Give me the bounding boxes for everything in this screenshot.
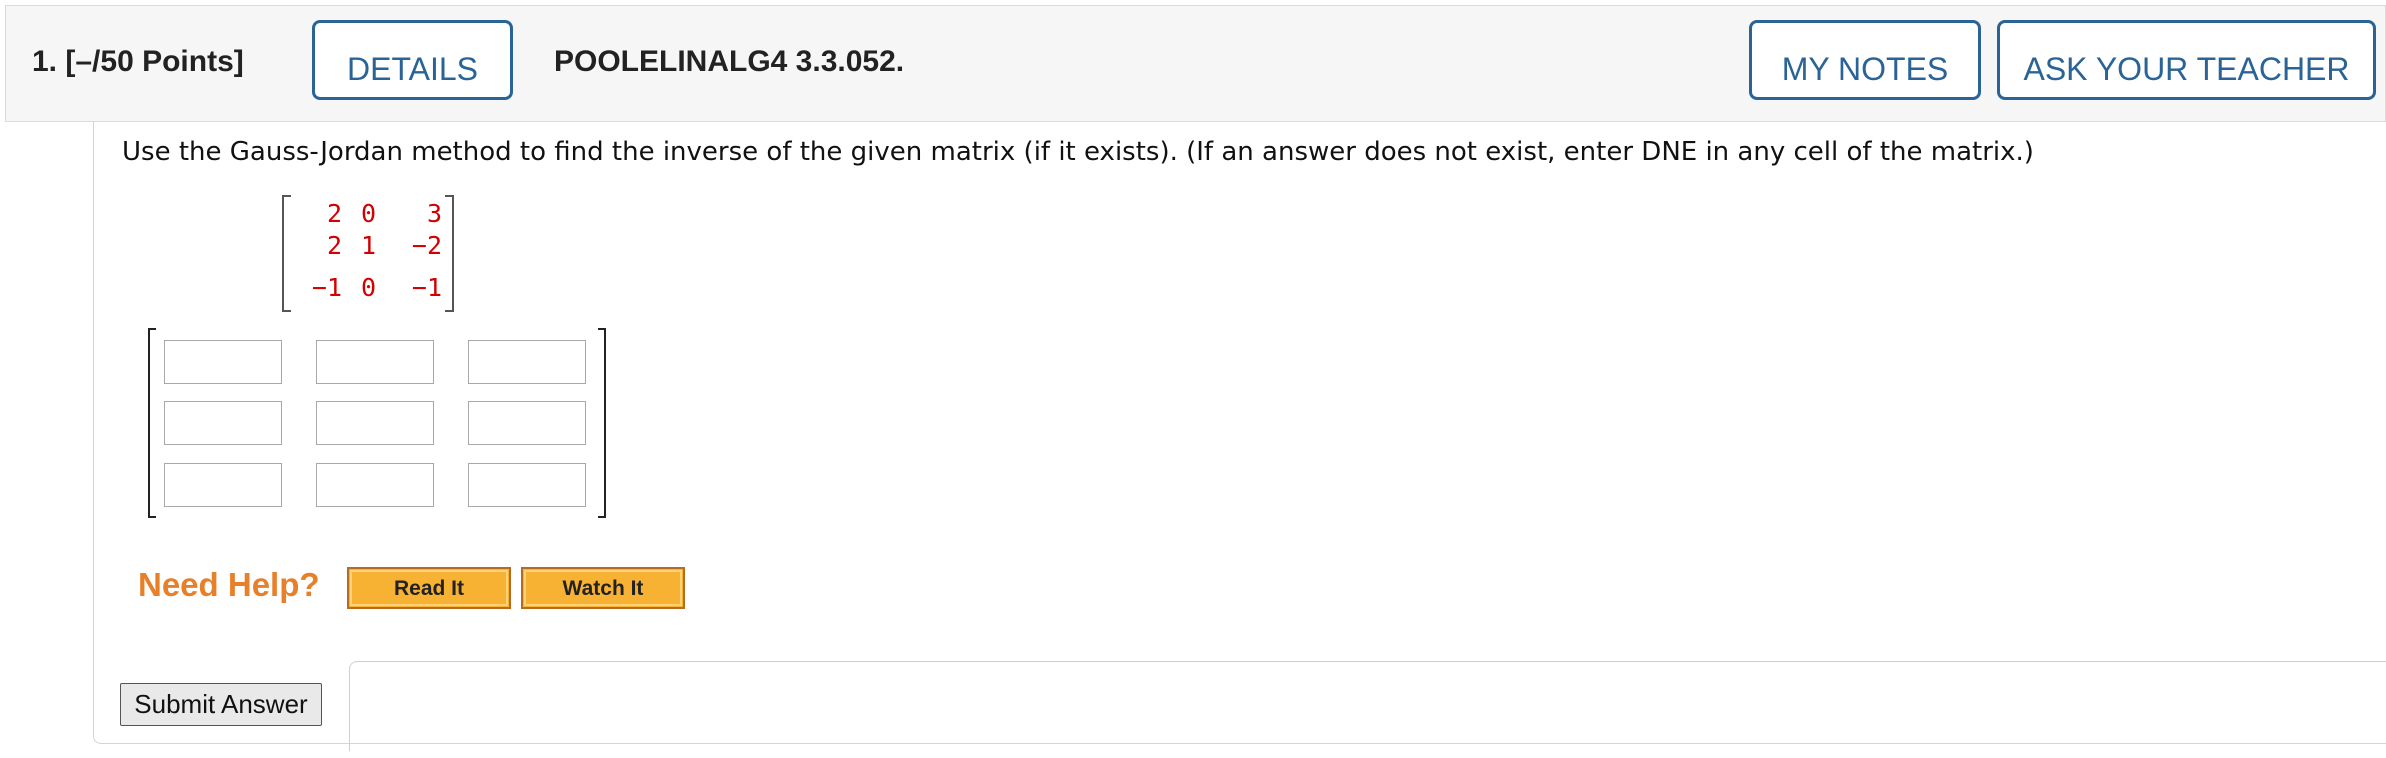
my-notes-button[interactable]: MY NOTES	[1749, 20, 1981, 100]
answer-cell-r1c1[interactable]	[164, 340, 282, 384]
answer-cell-r1c2[interactable]	[316, 340, 434, 384]
answer-cell-r2c3[interactable]	[468, 401, 586, 445]
question-prompt: Use the Gauss-Jordan method to find the …	[122, 137, 2034, 167]
answer-cell-r3c2[interactable]	[316, 463, 434, 507]
answer-left-bracket	[148, 328, 156, 518]
question-id: POOLELINALG4 3.3.052.	[554, 45, 905, 78]
ask-your-teacher-button[interactable]: ASK YOUR TEACHER	[1997, 20, 2376, 100]
submit-answer-button[interactable]: Submit Answer	[120, 683, 322, 726]
matrix-cell: 0	[360, 199, 376, 228]
submit-area-divider	[349, 661, 2386, 751]
details-button[interactable]: DETAILS	[312, 20, 513, 100]
answer-right-bracket	[598, 328, 606, 518]
answer-matrix	[148, 328, 606, 518]
matrix-cell: 3	[426, 199, 442, 228]
matrix-cell: −1	[411, 273, 442, 302]
question-number: 1.	[32, 45, 58, 78]
answer-cell-r3c1[interactable]	[164, 463, 282, 507]
read-it-button[interactable]: Read It	[347, 567, 511, 609]
answer-cell-r2c2[interactable]	[316, 401, 434, 445]
given-matrix: 2 0 3 2 1 −2 −1 0 −1	[282, 195, 454, 312]
need-help-label: Need Help?	[138, 566, 320, 603]
watch-it-button[interactable]: Watch It	[521, 567, 685, 609]
answer-cell-r1c3[interactable]	[468, 340, 586, 384]
matrix-cell: 0	[360, 273, 376, 302]
matrix-cell: −2	[411, 231, 442, 260]
matrix-left-bracket	[282, 195, 291, 312]
question-points-label: 1. [–/50 Points]	[32, 45, 244, 79]
matrix-right-bracket	[445, 195, 454, 312]
points: [–/50 Points]	[65, 45, 244, 78]
answer-cell-r2c1[interactable]	[164, 401, 282, 445]
answer-cell-r3c3[interactable]	[468, 463, 586, 507]
matrix-cell: 1	[360, 231, 376, 260]
